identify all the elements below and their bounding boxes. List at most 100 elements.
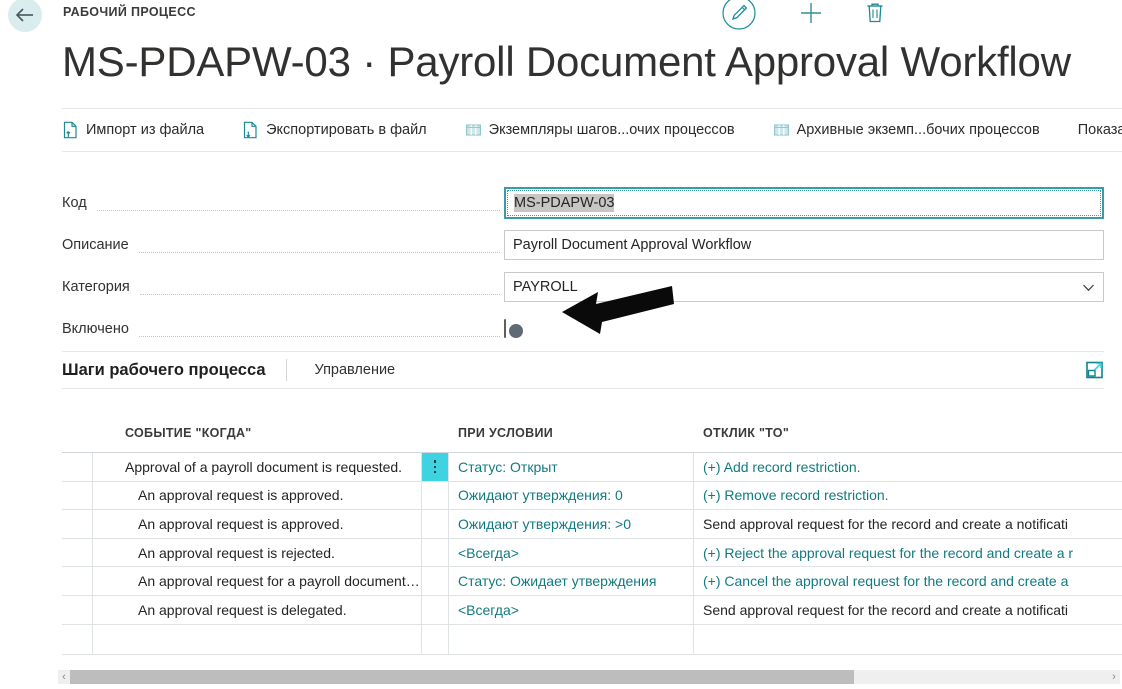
table-row[interactable]: An approval request is approved. Ожидают … — [62, 510, 1122, 539]
cell-condition[interactable]: Ожидают утверждения: >0 — [449, 510, 694, 538]
grid-header-when: СОБЫТИЕ "КОГДА" — [125, 426, 252, 440]
enabled-toggle[interactable] — [504, 319, 523, 338]
action-label: Архивные экземп...бочих процессов — [796, 122, 1040, 138]
horizontal-scrollbar[interactable]: ‹ › — [58, 670, 1120, 684]
plus-icon — [801, 3, 821, 23]
action-label: Импорт из файла — [86, 122, 205, 138]
table-row[interactable]: An approval request for a payroll docume… — [62, 567, 1122, 596]
new-button[interactable] — [798, 0, 824, 26]
cell-condition[interactable]: Статус: Ожидает утверждения — [449, 567, 694, 595]
cell-when-event[interactable]: An approval request is delegated. — [93, 596, 421, 624]
field-row-description: Описание Payroll Document Approval Workf… — [62, 224, 1104, 266]
table-row[interactable]: An approval request is approved. Ожидают … — [62, 481, 1122, 511]
table-icon — [773, 124, 789, 136]
table-row[interactable]: Approval of a payroll document is reques… — [62, 453, 1122, 482]
dot-leader — [138, 251, 500, 253]
cell-menu-placeholder — [421, 567, 449, 595]
enabled-label: Включено — [62, 321, 129, 337]
description-label: Описание — [62, 237, 129, 253]
file-export-icon — [244, 121, 257, 139]
row-indicator-cell — [62, 624, 93, 654]
export-to-file-button[interactable]: Экспортировать в файл — [242, 121, 427, 139]
cell-when-event[interactable]: An approval request is rejected. — [93, 539, 421, 567]
category-label: Категория — [62, 279, 130, 295]
cell-response[interactable]: (+) Add record restriction. — [694, 453, 1122, 481]
row-indicator-cell — [62, 510, 93, 538]
trash-icon — [867, 3, 883, 23]
cell-when-event[interactable]: An approval request is approved. — [93, 482, 421, 510]
cell-condition[interactable]: Ожидают утверждения: 0 — [449, 481, 694, 510]
action-label: Экспортировать в файл — [266, 122, 427, 138]
cell-menu-placeholder — [421, 510, 449, 538]
cell-condition[interactable] — [449, 624, 694, 654]
delete-button[interactable] — [864, 1, 886, 25]
field-row-category: Категория PAYROLL — [62, 266, 1104, 308]
top-action-group — [720, 0, 886, 32]
cell-when-event[interactable]: An approval request is approved. — [93, 510, 421, 538]
description-input[interactable]: Payroll Document Approval Workflow — [504, 230, 1104, 260]
dot-leader — [139, 293, 500, 295]
back-button[interactable] — [8, 0, 42, 32]
row-indicator-cell — [62, 538, 93, 567]
cell-response[interactable]: Send approval request for the record and… — [694, 510, 1122, 538]
category-select[interactable]: PAYROLL — [504, 272, 1104, 302]
action-bar: Импорт из файла Экспортировать в файл Эк… — [62, 108, 1122, 152]
row-indicator-cell — [62, 595, 93, 624]
row-menu-button[interactable] — [421, 453, 449, 481]
toggle-knob — [509, 324, 523, 338]
edit-pencil-icon — [722, 0, 756, 30]
arrow-left-icon — [15, 8, 33, 22]
scroll-left-arrow[interactable]: ‹ — [58, 670, 70, 684]
archived-workflow-instances-button[interactable]: Архивные экземп...бочих процессов — [773, 121, 1040, 139]
scrollbar-track[interactable] — [70, 670, 1108, 684]
cell-response[interactable]: (+) Remove record restriction. — [694, 482, 1122, 510]
dot-leader — [96, 209, 500, 211]
section-tab-manage[interactable]: Управление — [287, 362, 396, 378]
workflow-steps-grid: СОБЫТИЕ "КОГДА" ПРИ УСЛОВИИ ОТКЛИК "ТО" … — [62, 420, 1122, 655]
edit-button[interactable] — [720, 0, 758, 32]
scrollbar-thumb[interactable] — [70, 670, 854, 684]
cell-condition[interactable]: <Всегда> — [449, 538, 694, 567]
action-label: Экземпляры шагов...очих процессов — [488, 122, 735, 138]
row-indicator-cell — [62, 453, 93, 481]
cell-response[interactable]: Send approval request for the record and… — [694, 596, 1122, 624]
code-input-value: MS-PDAPW-03 — [514, 194, 615, 212]
cell-when-event[interactable] — [93, 625, 421, 654]
table-row[interactable]: An approval request is rejected. <Всегда>… — [62, 538, 1122, 568]
grid-header-response: ОТКЛИК "ТО" — [703, 426, 790, 440]
code-input[interactable]: MS-PDAPW-03 — [504, 187, 1104, 219]
row-indicator-cell — [62, 567, 93, 595]
cell-response[interactable]: (+) Cancel the approval request for the … — [694, 567, 1122, 595]
cell-response[interactable] — [694, 625, 1122, 654]
cell-when-event[interactable]: An approval request for a payroll docume… — [93, 567, 421, 595]
expand-section-button[interactable] — [1086, 361, 1104, 379]
cell-menu-placeholder — [421, 624, 449, 654]
section-title: Шаги рабочего процесса — [62, 360, 266, 379]
row-indicator-cell — [62, 481, 93, 510]
expand-icon — [1086, 361, 1103, 379]
cell-response[interactable]: (+) Reject the approval request for the … — [694, 539, 1122, 567]
cell-when-event[interactable]: Approval of a payroll document is reques… — [93, 453, 421, 481]
table-icon — [465, 124, 481, 136]
table-row[interactable]: An approval request is delegated. <Всегда… — [62, 595, 1122, 625]
breadcrumb: РАБОЧИЙ ПРОЦЕСС — [63, 5, 196, 19]
workflow-steps-section-header: Шаги рабочего процесса Управление — [62, 351, 1104, 389]
grid-header-row: СОБЫТИЕ "КОГДА" ПРИ УСЛОВИИ ОТКЛИК "ТО" — [62, 420, 1122, 452]
table-row[interactable] — [62, 624, 1122, 655]
field-row-code: Код MS-PDAPW-03 — [62, 182, 1104, 224]
scroll-right-arrow[interactable]: › — [1108, 670, 1120, 684]
cell-menu-placeholder — [421, 538, 449, 567]
action-label: Показа — [1077, 122, 1122, 138]
workflow-card-page: РАБОЧИЙ ПРОЦЕСС MS-PDAPW-03 · Payroll Do… — [0, 0, 1122, 689]
grid-body: Approval of a payroll document is reques… — [62, 452, 1122, 655]
grid-header-condition: ПРИ УСЛОВИИ — [458, 426, 554, 440]
workflow-step-instances-button[interactable]: Экземпляры шагов...очих процессов — [465, 121, 735, 139]
field-row-enabled: Включено — [62, 308, 1104, 350]
show-more-button[interactable]: Показа — [1078, 122, 1122, 138]
file-import-icon — [63, 121, 77, 139]
cell-condition[interactable]: <Всегда> — [449, 595, 694, 624]
import-from-file-button[interactable]: Импорт из файла — [62, 121, 204, 139]
cell-menu-placeholder — [421, 595, 449, 624]
cell-condition[interactable]: Статус: Открыт — [449, 453, 694, 481]
page-title: MS-PDAPW-03 · Payroll Document Approval … — [62, 38, 1071, 85]
